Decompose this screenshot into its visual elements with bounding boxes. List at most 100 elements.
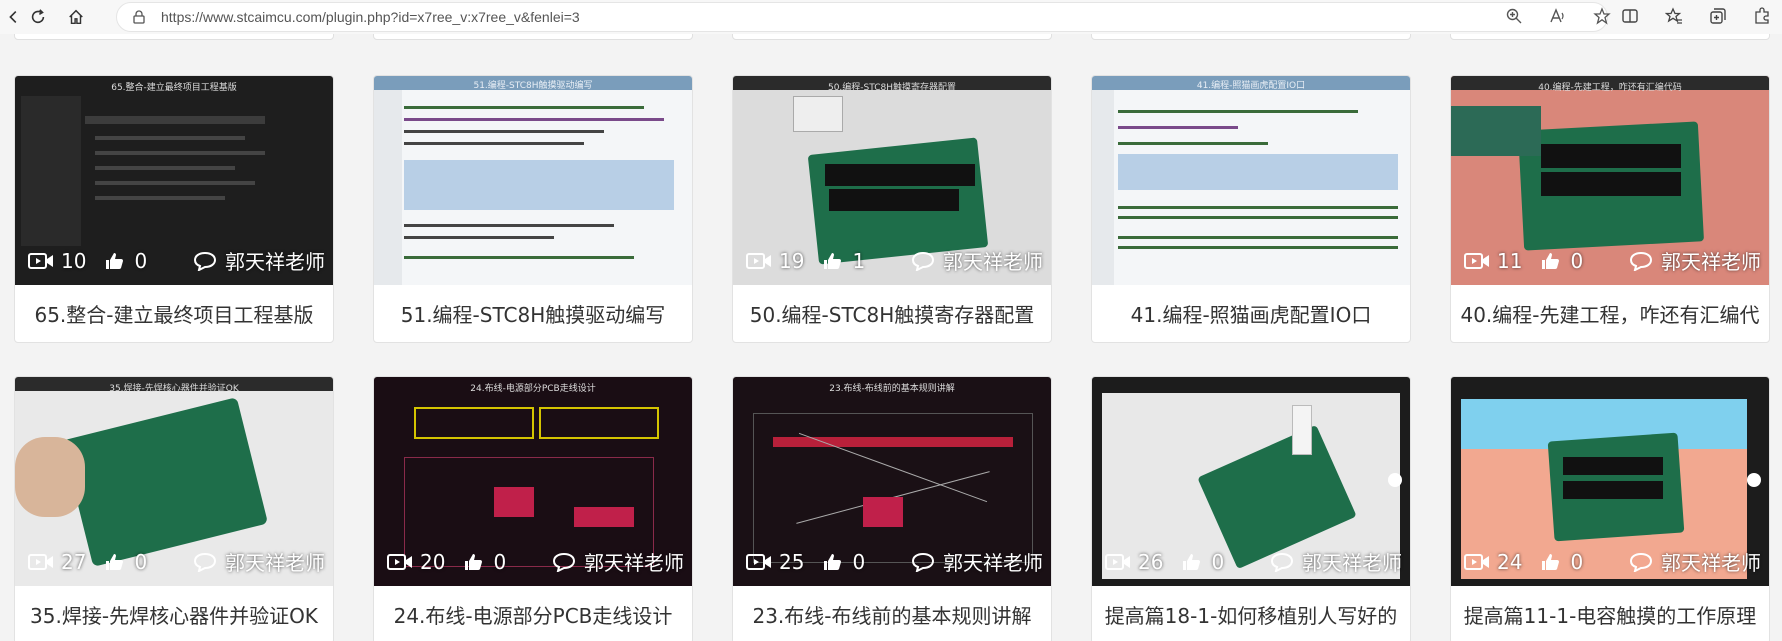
video-thumbnail[interactable]: 23.布线-布线前的基本规则讲解 25 0 郭天祥老师 <box>733 377 1051 586</box>
reload-button[interactable] <box>24 3 52 31</box>
author-name[interactable]: 郭天祥老师 <box>1302 547 1402 576</box>
author-name[interactable]: 郭天祥老师 <box>225 246 325 275</box>
video-thumbnail[interactable]: 26 0 郭天祥老师 <box>1092 377 1410 586</box>
thumbnail-title: 24.布线-电源部分PCB走线设计 <box>470 384 596 394</box>
favorites-icon[interactable] <box>1664 6 1684 26</box>
view-count: 27 <box>61 549 87 574</box>
comment-icon <box>1627 250 1655 272</box>
thumbnail-title: 41.编程-照猫画虎配置IO口 <box>1196 81 1306 91</box>
address-bar[interactable]: https://www.stcaimcu.com/plugin.php?id=x… <box>116 2 1608 32</box>
back-arrow-icon <box>9 11 17 23</box>
home-icon <box>69 9 83 25</box>
video-card[interactable]: 24 0 郭天祥老师 提高篇11-1-电容触摸的工作原理 <box>1450 376 1770 641</box>
reload-icon <box>31 9 45 24</box>
card-stub <box>14 34 334 40</box>
like-count: 0 <box>1570 248 1584 273</box>
comment-icon <box>1268 551 1296 573</box>
comment-icon <box>191 551 219 573</box>
video-camera-icon <box>745 551 773 573</box>
like-count: 0 <box>493 549 507 574</box>
thumbs-up-icon <box>1536 551 1564 573</box>
thumbs-up-icon <box>1536 250 1564 272</box>
video-thumbnail[interactable]: 65.整合-建立最终项目工程基版 10 0 郭天祥老师 <box>15 76 333 285</box>
thumbs-up-icon <box>818 551 846 573</box>
video-title[interactable]: 提高篇18-1-如何移植别人写好的 <box>1092 586 1410 641</box>
author-name[interactable]: 郭天祥老师 <box>943 246 1043 275</box>
thumbnail-title: 23.布线-布线前的基本规则讲解 <box>829 384 955 394</box>
thumbnail-title: 35.焊接-先焊核心器件并验证OK <box>109 384 239 394</box>
video-camera-icon <box>1463 551 1491 573</box>
video-card[interactable]: 51.编程-STC8H触摸驱动编写 51.编程-STC8H触摸驱动编写 <box>373 75 693 343</box>
video-camera-icon <box>386 551 414 573</box>
video-thumbnail[interactable]: 40.编程-先建工程，咋还有汇编代码 11 0 郭天祥老师 <box>1451 76 1769 285</box>
url-text[interactable]: https://www.stcaimcu.com/plugin.php?id=x… <box>161 9 580 25</box>
favorite-star-icon[interactable] <box>1592 6 1612 26</box>
video-title[interactable]: 50.编程-STC8H触摸寄存器配置 <box>733 285 1051 342</box>
thumbs-up-icon <box>1177 551 1205 573</box>
author-name[interactable]: 郭天祥老师 <box>584 547 684 576</box>
author-name[interactable]: 郭天祥老师 <box>1661 246 1761 275</box>
video-camera-icon <box>1104 551 1132 573</box>
video-camera-icon <box>27 250 55 272</box>
thumbs-up-icon <box>818 250 846 272</box>
video-title[interactable]: 提高篇11-1-电容触摸的工作原理 <box>1451 586 1769 641</box>
view-count: 25 <box>779 549 805 574</box>
browser-toolbar: https://www.stcaimcu.com/plugin.php?id=x… <box>0 0 1782 34</box>
card-stub <box>373 34 693 40</box>
author-name[interactable]: 郭天祥老师 <box>943 547 1043 576</box>
video-thumbnail[interactable]: 35.焊接-先焊核心器件并验证OK 27 0 郭天祥老师 <box>15 377 333 586</box>
video-card[interactable]: 35.焊接-先焊核心器件并验证OK 27 0 郭天祥老师 35.焊接-先焊核心器… <box>14 376 334 641</box>
thumbs-up-icon <box>100 551 128 573</box>
lock-icon[interactable] <box>131 9 147 25</box>
comment-icon <box>191 250 219 272</box>
comment-icon <box>909 551 937 573</box>
video-camera-icon <box>27 551 55 573</box>
thumbnail-title: 50.编程-STC8H触摸寄存器配置 <box>827 83 957 93</box>
zoom-icon[interactable] <box>1504 6 1524 26</box>
video-card[interactable]: 41.编程-照猫画虎配置IO口 41.编程-照猫画虎配置IO口 <box>1091 75 1411 343</box>
view-count: 11 <box>1497 248 1523 273</box>
video-thumbnail[interactable]: 41.编程-照猫画虎配置IO口 <box>1092 76 1410 285</box>
video-thumbnail[interactable]: 24.布线-电源部分PCB走线设计 20 0 郭天祥老师 <box>374 377 692 586</box>
card-stub <box>732 34 1052 40</box>
extensions-icon[interactable] <box>1752 6 1772 26</box>
video-title[interactable]: 41.编程-照猫画虎配置IO口 <box>1092 285 1410 342</box>
collections-icon[interactable] <box>1708 6 1728 26</box>
card-stub <box>1450 34 1770 40</box>
video-card[interactable]: 50.编程-STC8H触摸寄存器配置 19 1 郭天祥老师 50.编程-STC8… <box>732 75 1052 343</box>
comment-icon <box>550 551 578 573</box>
view-count: 26 <box>1138 549 1164 574</box>
author-name[interactable]: 郭天祥老师 <box>225 547 325 576</box>
like-count: 1 <box>852 248 866 273</box>
view-count: 10 <box>61 248 87 273</box>
video-thumbnail[interactable]: 24 0 郭天祥老师 <box>1451 377 1769 586</box>
video-thumbnail[interactable]: 50.编程-STC8H触摸寄存器配置 19 1 郭天祥老师 <box>733 76 1051 285</box>
video-title[interactable]: 40.编程-先建工程，咋还有汇编代 <box>1451 285 1769 342</box>
split-screen-icon[interactable] <box>1620 6 1640 26</box>
video-title[interactable]: 24.布线-电源部分PCB走线设计 <box>374 586 692 641</box>
thumbnail-title: 51.编程-STC8H触摸驱动编写 <box>473 81 593 91</box>
like-count: 0 <box>852 549 866 574</box>
thumbs-up-icon <box>100 250 128 272</box>
home-button[interactable] <box>62 3 90 31</box>
video-card[interactable]: 40.编程-先建工程，咋还有汇编代码 11 0 郭天祥老师 40.编程-先建工程… <box>1450 75 1770 343</box>
video-card[interactable]: 65.整合-建立最终项目工程基版 10 0 郭天祥老师 65.整合-建立最终项目… <box>14 75 334 343</box>
video-title[interactable]: 35.焊接-先焊核心器件并验证OK <box>15 586 333 641</box>
view-count: 24 <box>1497 549 1523 574</box>
video-card[interactable]: 23.布线-布线前的基本规则讲解 25 0 郭天祥老师 23.布线-布线前的基本… <box>732 376 1052 641</box>
video-thumbnail[interactable]: 51.编程-STC8H触摸驱动编写 <box>374 76 692 285</box>
video-card[interactable]: 26 0 郭天祥老师 提高篇18-1-如何移植别人写好的 <box>1091 376 1411 641</box>
thumbnail-title: 65.整合-建立最终项目工程基版 <box>111 83 237 93</box>
read-aloud-icon[interactable] <box>1548 6 1568 26</box>
video-card[interactable]: 24.布线-电源部分PCB走线设计 20 0 郭天祥老师 24.布线-电源部分P… <box>373 376 693 641</box>
thumbnail-title: 40.编程-先建工程，咋还有汇编代码 <box>1538 83 1682 93</box>
video-title[interactable]: 51.编程-STC8H触摸驱动编写 <box>374 285 692 342</box>
author-name[interactable]: 郭天祥老师 <box>1661 547 1761 576</box>
comment-icon <box>1627 551 1655 573</box>
view-count: 19 <box>779 248 805 273</box>
video-camera-icon <box>745 250 773 272</box>
video-title[interactable]: 23.布线-布线前的基本规则讲解 <box>733 586 1051 641</box>
like-count: 0 <box>1211 549 1225 574</box>
video-title[interactable]: 65.整合-建立最终项目工程基版 <box>15 285 333 342</box>
video-camera-icon <box>1463 250 1491 272</box>
